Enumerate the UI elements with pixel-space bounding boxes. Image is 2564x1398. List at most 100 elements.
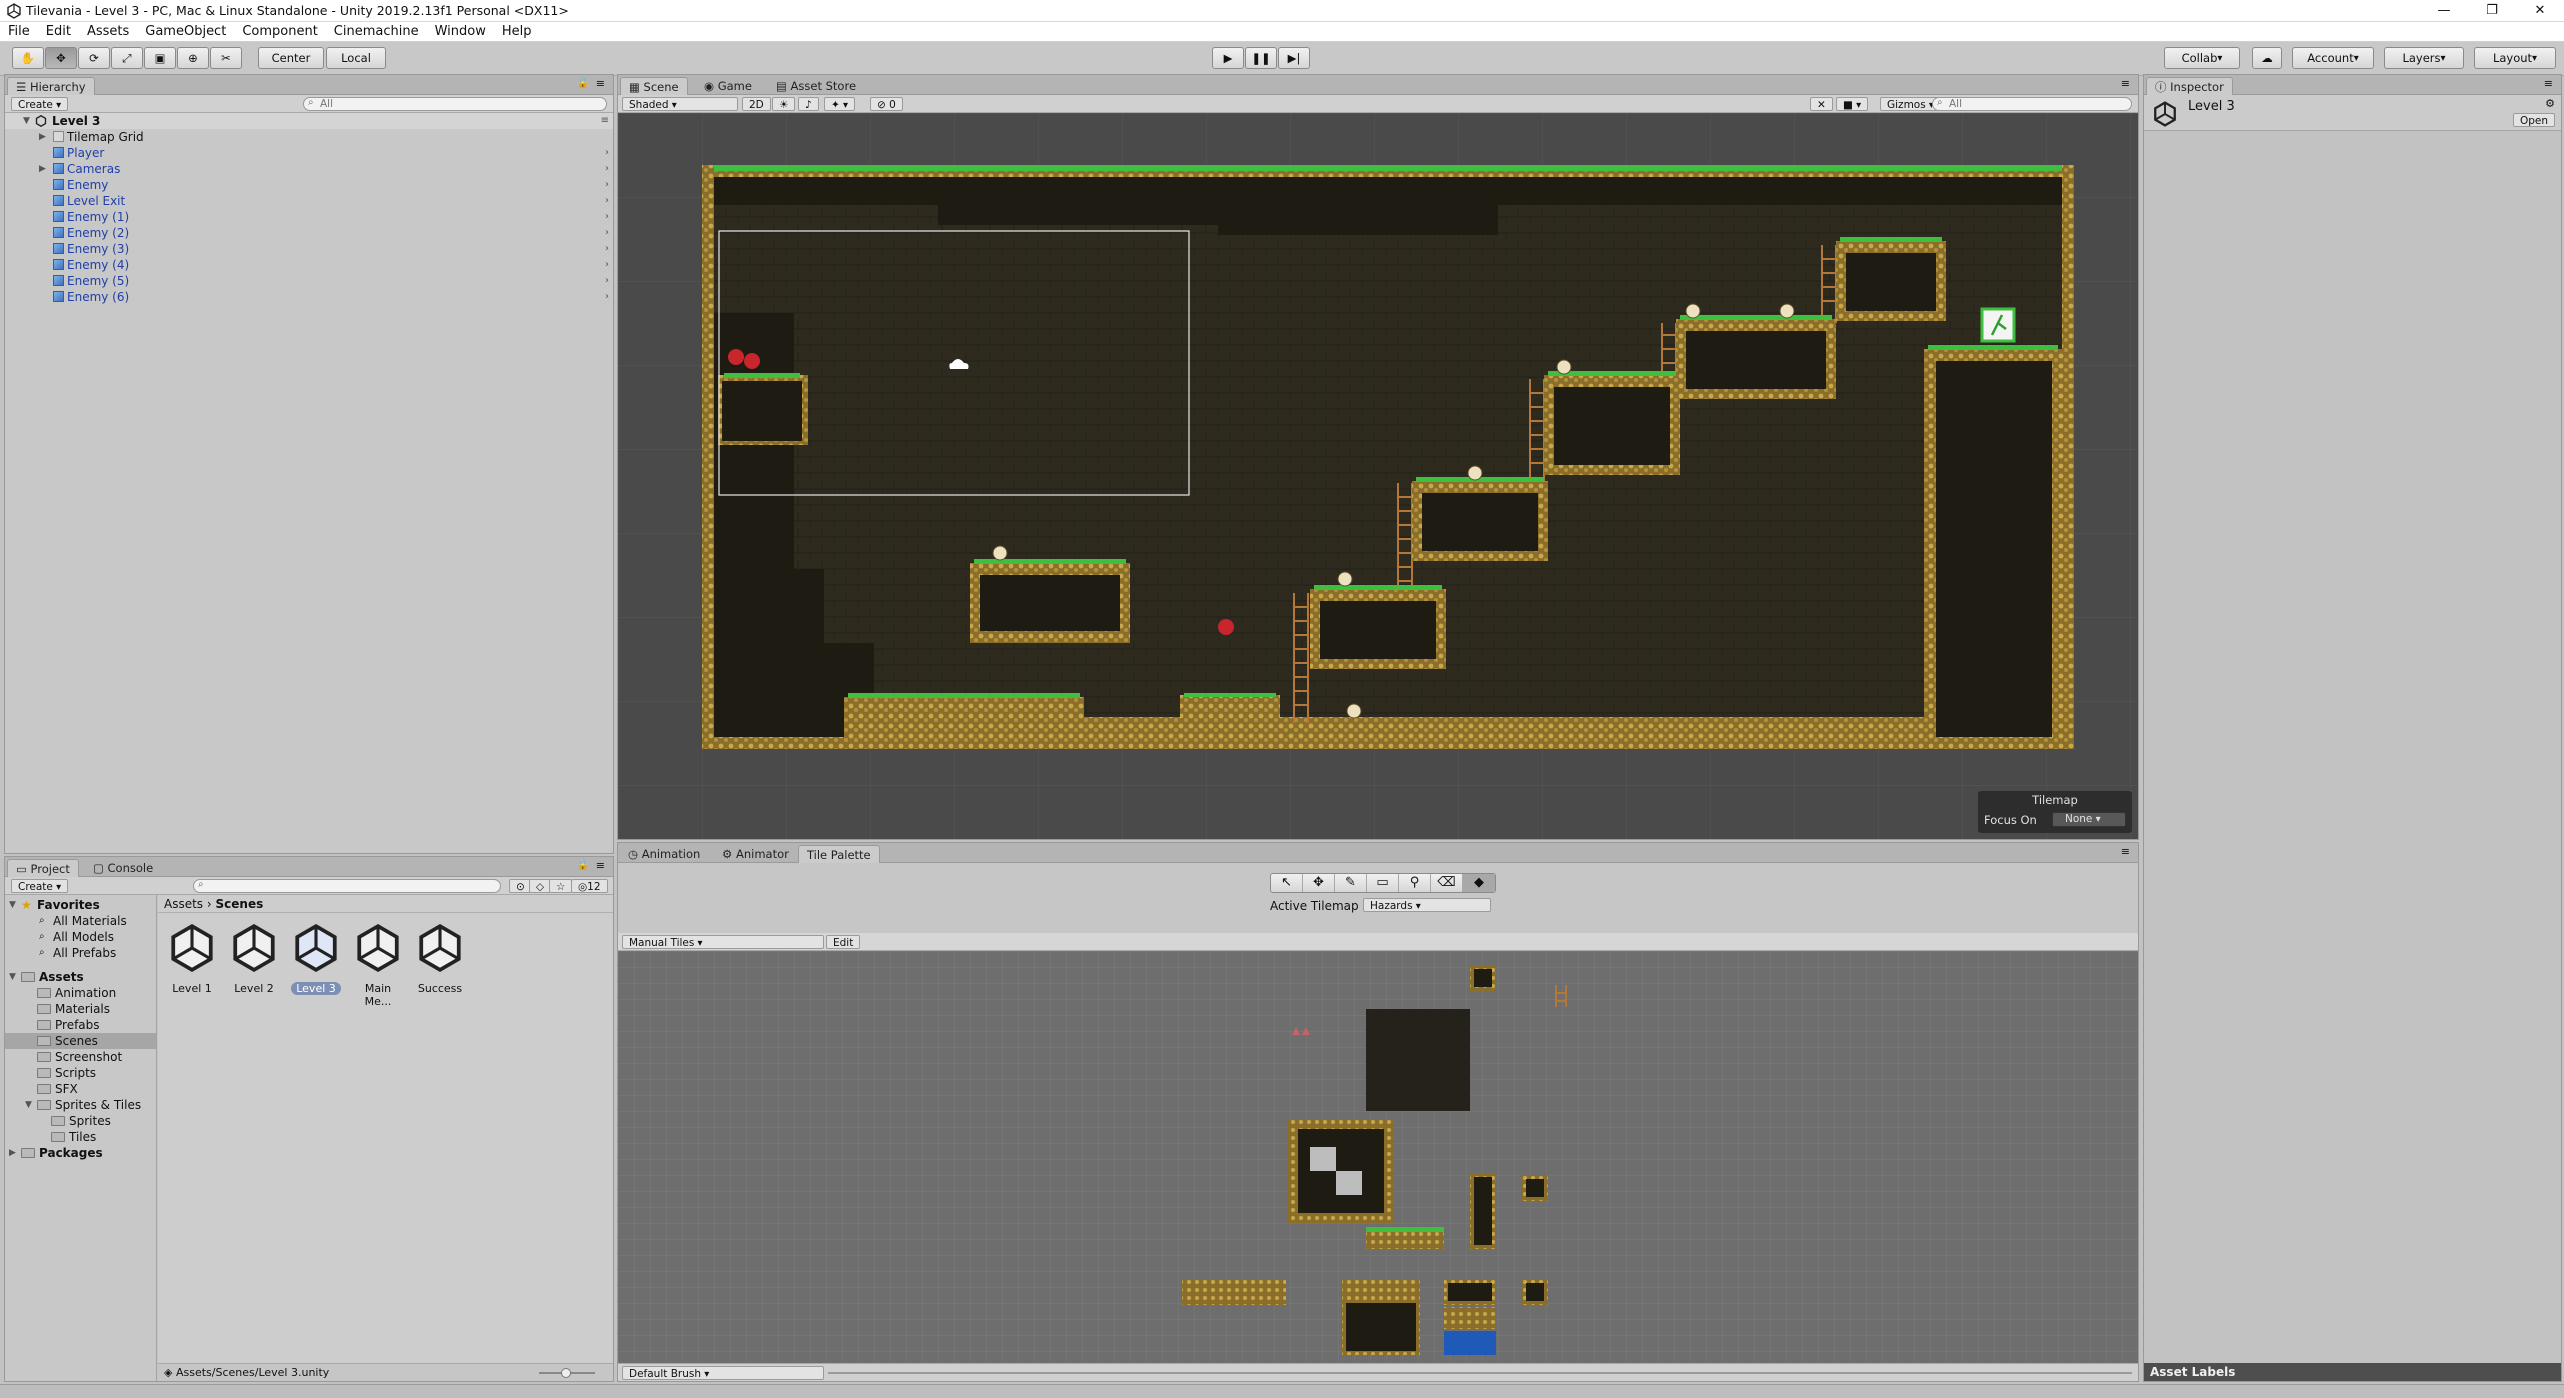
menu-help[interactable]: Help bbox=[494, 24, 540, 39]
panel-menu-icon[interactable]: ≡ bbox=[596, 77, 605, 90]
layout-dropdown[interactable]: Layout bbox=[2474, 47, 2556, 69]
chevron-right-icon[interactable]: › bbox=[605, 241, 609, 257]
lighting-toggle[interactable]: ☀ bbox=[772, 97, 796, 111]
layers-dropdown[interactable]: Layers bbox=[2384, 47, 2464, 69]
favorite-item[interactable]: ⌕ All Models bbox=[5, 929, 156, 945]
chevron-right-icon[interactable]: › bbox=[605, 145, 609, 161]
scene-asset-item[interactable]: Level 2 bbox=[224, 923, 284, 995]
chevron-right-icon[interactable]: › bbox=[605, 273, 609, 289]
scene-viewport[interactable]: Tilemap Focus On None bbox=[618, 113, 2138, 839]
packages-row[interactable]: ▶ Packages bbox=[5, 1145, 156, 1161]
scene-asset-item[interactable]: Main Me... bbox=[348, 923, 408, 1008]
brush-dropdown[interactable]: Default Brush bbox=[622, 1366, 824, 1380]
hierarchy-item[interactable]: Enemy (4) › bbox=[5, 257, 613, 273]
menu-component[interactable]: Component bbox=[234, 24, 325, 39]
menu-cinemachine[interactable]: Cinemachine bbox=[326, 24, 427, 39]
menu-assets[interactable]: Assets bbox=[79, 24, 137, 39]
scene-asset-item-selected[interactable]: Level 3 bbox=[286, 923, 346, 995]
hierarchy-item[interactable]: Player › bbox=[5, 145, 613, 161]
palette-grid[interactable] bbox=[618, 951, 2138, 1363]
account-dropdown[interactable]: Account bbox=[2292, 47, 2374, 69]
audio-toggle[interactable]: ♪ bbox=[798, 97, 819, 111]
hand-tool-button[interactable]: ✋ bbox=[12, 47, 44, 69]
hierarchy-item[interactable]: Enemy (6) › bbox=[5, 289, 613, 305]
hierarchy-item[interactable]: Enemy › bbox=[5, 177, 613, 193]
rotate-tool-button[interactable]: ⟳ bbox=[78, 47, 110, 69]
breadcrumb-assets[interactable]: Assets bbox=[164, 897, 203, 911]
pivot-local-button[interactable]: Local bbox=[326, 47, 386, 69]
transform-tool-button[interactable]: ⊕ bbox=[177, 47, 209, 69]
custom-tool-button[interactable]: ✂ bbox=[210, 47, 242, 69]
tab-hierarchy[interactable]: ☰ Hierarchy bbox=[7, 77, 95, 95]
move-tool-button[interactable]: ✥ bbox=[45, 47, 77, 69]
tools-toggle[interactable]: ✕ bbox=[1810, 97, 1833, 111]
folder-item[interactable]: ▼ Sprites & Tiles bbox=[5, 1097, 156, 1113]
scene-menu-icon[interactable]: ≡ bbox=[601, 113, 609, 129]
chevron-right-icon[interactable]: › bbox=[605, 193, 609, 209]
close-icon[interactable]: ✕ bbox=[2516, 0, 2564, 22]
menu-gameobject[interactable]: GameObject bbox=[137, 24, 234, 39]
fill-bucket-icon[interactable]: ◆ bbox=[1463, 874, 1495, 892]
scene-asset-item[interactable]: Level 1 bbox=[162, 923, 222, 995]
hierarchy-item[interactable]: Enemy (5) › bbox=[5, 273, 613, 289]
scene-asset-item[interactable]: Success bbox=[410, 923, 470, 995]
chevron-right-icon[interactable]: › bbox=[605, 161, 609, 177]
effects-dropdown[interactable]: ✦ bbox=[824, 97, 856, 111]
move-tool-icon[interactable]: ✥ bbox=[1303, 874, 1335, 892]
favorite-item[interactable]: ⌕ All Materials bbox=[5, 913, 156, 929]
tab-project[interactable]: ▭ Project bbox=[7, 859, 79, 877]
tab-scene[interactable]: ▦ Scene bbox=[620, 77, 688, 95]
panel-menu-icon[interactable]: ≡ bbox=[2544, 77, 2553, 90]
folder-item[interactable]: Scripts bbox=[5, 1065, 156, 1081]
chevron-right-icon[interactable]: › bbox=[605, 177, 609, 193]
hidden-objects-toggle[interactable]: ⊘ 0 bbox=[870, 97, 903, 111]
expand-arrow-icon[interactable]: ▶ bbox=[39, 161, 46, 177]
project-search-input[interactable] bbox=[193, 879, 501, 893]
play-button[interactable]: ▶ bbox=[1212, 47, 1244, 69]
expand-arrow-icon[interactable]: ▼ bbox=[25, 1097, 32, 1113]
folder-item[interactable]: Tiles bbox=[5, 1129, 156, 1145]
eraser-icon[interactable]: ⌫ bbox=[1431, 874, 1463, 892]
camera-dropdown[interactable]: ■ bbox=[1836, 97, 1869, 111]
menu-file[interactable]: File bbox=[0, 24, 38, 39]
scale-tool-button[interactable]: ⤢ bbox=[111, 47, 143, 69]
chevron-right-icon[interactable]: › bbox=[605, 289, 609, 305]
tab-console[interactable]: ▢ Console bbox=[85, 859, 161, 877]
collab-dropdown[interactable]: Collab bbox=[2164, 47, 2240, 69]
filter-label-button[interactable]: ◇ bbox=[529, 879, 552, 893]
folder-item[interactable]: SFX bbox=[5, 1081, 156, 1097]
pivot-center-button[interactable]: Center bbox=[258, 47, 324, 69]
hierarchy-item[interactable]: Enemy (1) › bbox=[5, 209, 613, 225]
hierarchy-item[interactable]: Enemy (3) › bbox=[5, 241, 613, 257]
tab-animation[interactable]: ◷ Animation bbox=[620, 845, 708, 863]
rect-tool-button[interactable]: ▣ bbox=[144, 47, 176, 69]
folder-item-selected[interactable]: Scenes bbox=[5, 1033, 156, 1049]
eyedropper-icon[interactable]: ⚲ bbox=[1399, 874, 1431, 892]
restore-icon[interactable]: ❐ bbox=[2468, 0, 2516, 22]
shading-mode-dropdown[interactable]: Shaded bbox=[622, 97, 738, 111]
icon-size-slider[interactable] bbox=[539, 1368, 595, 1378]
pause-button[interactable]: ❚❚ bbox=[1245, 47, 1277, 69]
assets-row[interactable]: ▼ Assets bbox=[5, 969, 156, 985]
open-button[interactable]: Open bbox=[2512, 113, 2555, 127]
cloud-button[interactable]: ☁ bbox=[2252, 47, 2282, 69]
favorite-button[interactable]: ☆ bbox=[549, 879, 573, 893]
hierarchy-search-input[interactable]: All bbox=[303, 97, 607, 111]
folder-item[interactable]: Screenshot bbox=[5, 1049, 156, 1065]
select-tool-icon[interactable]: ↖ bbox=[1271, 874, 1303, 892]
palette-edit-button[interactable]: Edit bbox=[826, 935, 861, 949]
step-button[interactable]: ▶| bbox=[1278, 47, 1310, 69]
expand-arrow-icon[interactable]: ▶ bbox=[39, 129, 46, 145]
tab-game[interactable]: ◉ Game bbox=[696, 77, 760, 95]
expand-arrow-icon[interactable]: ▼ bbox=[9, 969, 16, 985]
folder-item[interactable]: Prefabs bbox=[5, 1017, 156, 1033]
tab-asset-store[interactable]: ▤ Asset Store bbox=[768, 77, 864, 95]
hidden-packages-button[interactable]: ◎12 bbox=[571, 879, 608, 893]
hierarchy-create-button[interactable]: Create bbox=[11, 97, 69, 111]
folder-item[interactable]: Sprites bbox=[5, 1113, 156, 1129]
expand-arrow-icon[interactable]: ▼ bbox=[9, 897, 16, 913]
active-tilemap-dropdown[interactable]: Hazards bbox=[1363, 898, 1491, 912]
chevron-right-icon[interactable]: › bbox=[605, 225, 609, 241]
minimize-icon[interactable]: — bbox=[2420, 0, 2468, 22]
expand-arrow-icon[interactable]: ▼ bbox=[23, 113, 30, 129]
